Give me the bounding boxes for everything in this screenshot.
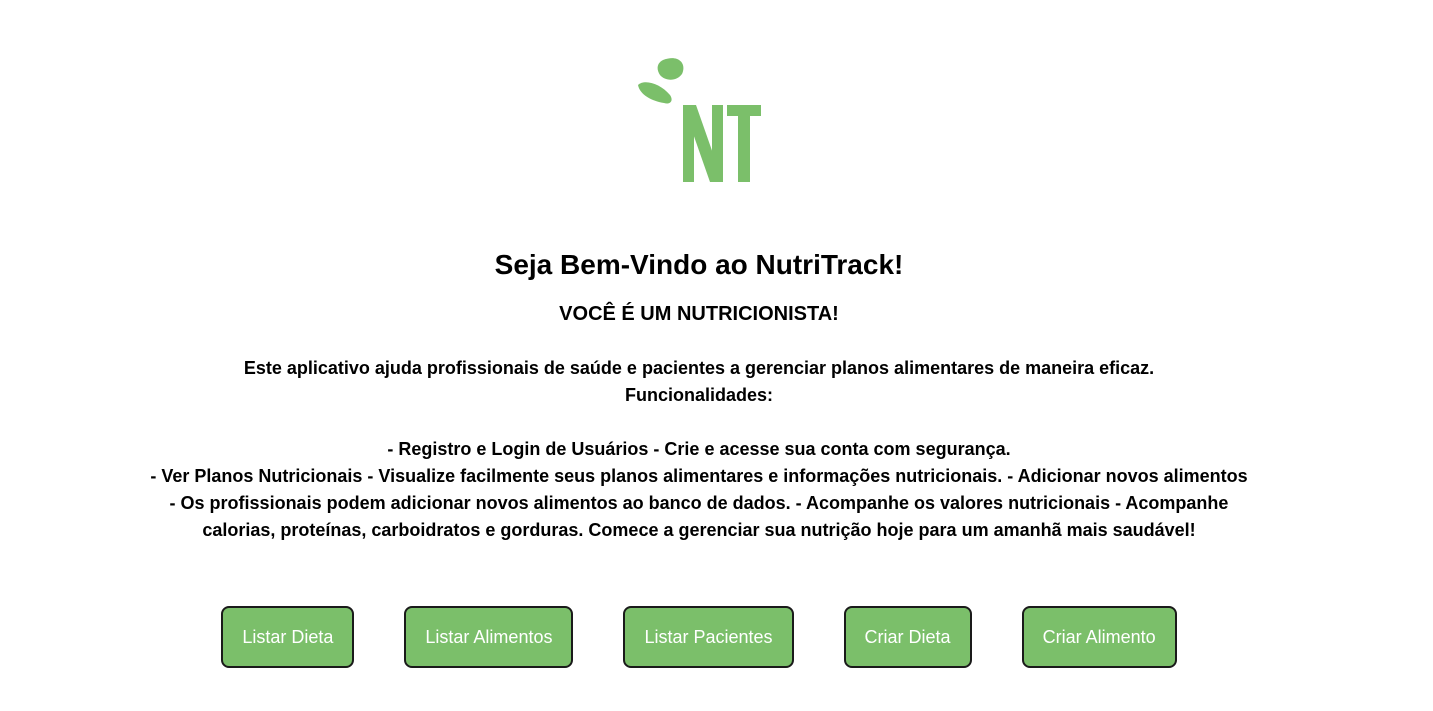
logo-letters [683, 105, 761, 182]
feature-line: calorias, proteínas, carboidratos e gord… [202, 520, 1196, 540]
app-description: Este aplicativo ajuda profissionais de s… [69, 355, 1329, 544]
nutritrack-logo [630, 55, 770, 190]
features-heading: Funcionalidades: [624, 385, 774, 405]
create-food-button[interactable]: Criar Alimento [1021, 606, 1177, 668]
welcome-section: Seja Bem-Vindo ao NutriTrack! VOCÊ É UM … [0, 245, 1398, 544]
create-diet-button[interactable]: Criar Dieta [843, 606, 972, 668]
logo-graphic [638, 58, 761, 182]
feature-line: - Ver Planos Nutricionais - Visualize fa… [150, 466, 1248, 486]
feature-line: - Registro e Login de Usuários - Crie e … [387, 439, 1011, 459]
role-subtitle: VOCÊ É UM NUTRICIONISTA! [559, 303, 839, 325]
list-foods-button[interactable]: Listar Alimentos [404, 606, 574, 668]
description-intro: Este aplicativo ajuda profissionais de s… [243, 358, 1155, 378]
description-spacer [69, 409, 1329, 436]
leaf-icon [638, 58, 684, 104]
list-patients-button[interactable]: Listar Pacientes [623, 606, 794, 668]
action-buttons: Listar Dieta Listar Alimentos Listar Pac… [0, 606, 1398, 668]
feature-line: - Os profissionais podem adicionar novos… [169, 493, 1229, 513]
page-title: Seja Bem-Vindo ao NutriTrack! [494, 249, 904, 280]
list-diet-button[interactable]: Listar Dieta [221, 606, 355, 668]
